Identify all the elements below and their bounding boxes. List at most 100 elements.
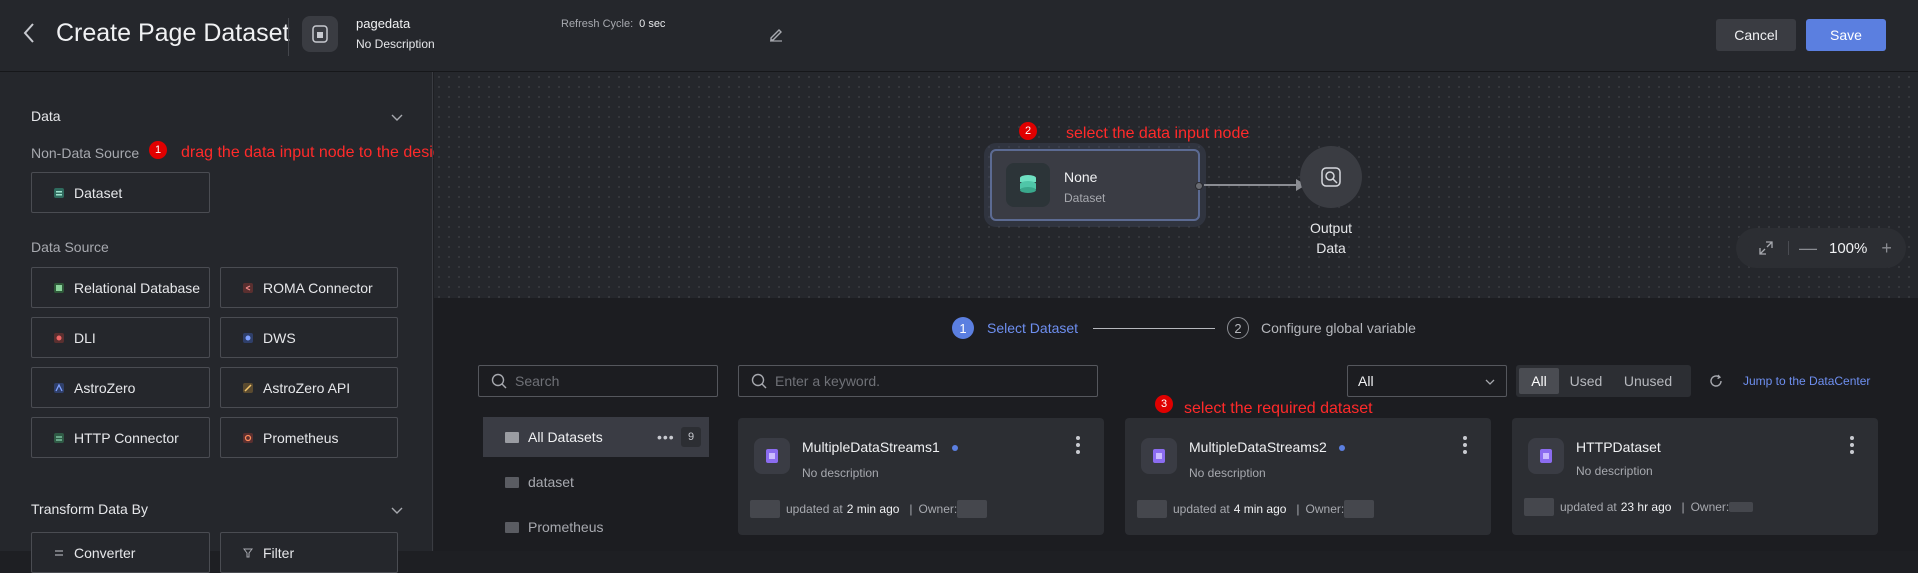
meta-separator: | — [1681, 500, 1685, 514]
step-connector — [1093, 328, 1215, 329]
redacted-user — [1137, 500, 1167, 518]
step-number: 2 — [1227, 317, 1249, 339]
source-dli[interactable]: DLI — [31, 317, 210, 358]
dataset-card-icon — [1528, 438, 1564, 474]
source-http-connector[interactable]: HTTP Connector — [31, 417, 210, 458]
tree-item-label: All Datasets — [528, 429, 603, 445]
dataset-card-icon — [1141, 438, 1177, 474]
chevron-left-icon — [23, 23, 34, 43]
dataset-card-desc: No description — [1189, 466, 1266, 480]
chevron-down-icon[interactable] — [390, 110, 404, 124]
dataset-description: No Description — [356, 37, 435, 51]
back-button[interactable] — [22, 22, 36, 48]
select-value: All — [1358, 373, 1374, 389]
transform-filter[interactable]: Filter — [220, 532, 398, 573]
jump-to-datacenter-link[interactable]: Jump to the DataCenter — [1743, 374, 1870, 388]
dataset-card-name: MultipleDataStreams2 — [1189, 439, 1345, 455]
source-label: ROMA Connector — [263, 279, 373, 296]
dataset-card[interactable]: MultipleDataStreams1 No description upda… — [738, 418, 1104, 535]
dataset-node-icon — [52, 186, 66, 200]
dataset-node-button[interactable]: Dataset — [31, 172, 210, 213]
database-icon — [52, 281, 66, 295]
more-icon[interactable]: ••• — [657, 429, 675, 445]
annotation-text-2: select the data input node — [1066, 125, 1250, 142]
save-button[interactable]: Save — [1806, 19, 1886, 51]
dataset-card-meta: updated at 23 hr ago | Owner: — [1524, 498, 1754, 516]
annotation-badge-1: 1 — [149, 141, 167, 159]
data-source-label: Data Source — [31, 239, 109, 255]
card-name-text: MultipleDataStreams2 — [1189, 439, 1327, 455]
source-astrozero[interactable]: AstroZero — [31, 367, 210, 408]
tree-item-dataset[interactable]: dataset — [483, 462, 709, 502]
prometheus-icon — [241, 431, 255, 445]
search-icon — [751, 373, 767, 389]
dataset-icon — [302, 16, 338, 52]
status-dot — [951, 445, 958, 452]
segment-used[interactable]: Used — [1559, 368, 1613, 394]
card-name-text: MultipleDataStreams1 — [802, 439, 940, 455]
dataset-node-label: Dataset — [74, 184, 123, 201]
cancel-button[interactable]: Cancel — [1716, 19, 1796, 51]
dataset-name: pagedata — [356, 16, 411, 31]
zoom-control: — 100% + — [1736, 228, 1906, 268]
dataset-card[interactable]: MultipleDataStreams2 No description upda… — [1125, 418, 1491, 535]
redacted-owner — [957, 500, 988, 518]
wizard-step-2[interactable]: 2 Configure global variable — [1227, 317, 1416, 339]
zoom-level: 100% — [1829, 239, 1868, 257]
tree-item-prometheus[interactable]: Prometheus — [483, 507, 709, 547]
dataset-input-node[interactable]: None Dataset — [990, 149, 1203, 221]
updated-time: 4 min ago — [1233, 502, 1287, 516]
zoom-out-button[interactable]: — — [1799, 238, 1817, 259]
status-dot — [1338, 445, 1345, 452]
source-label: AstroZero API — [263, 379, 351, 396]
owner-label: Owner: — [1305, 502, 1345, 516]
updated-time: 23 hr ago — [1620, 500, 1672, 514]
http-icon — [52, 431, 66, 445]
source-label: Prometheus — [263, 429, 339, 446]
step-label: Select Dataset — [987, 320, 1079, 336]
section-transform-title: Transform Data By — [31, 501, 148, 517]
segment-all[interactable]: All — [1519, 368, 1559, 394]
output-data-label: Output Data — [1309, 220, 1353, 256]
output-icon — [1321, 167, 1341, 187]
transform-converter[interactable]: Converter — [31, 532, 210, 573]
source-prometheus[interactable]: Prometheus — [220, 417, 398, 458]
edit-icon[interactable] — [768, 26, 784, 42]
more-vertical-icon[interactable] — [1850, 436, 1854, 454]
wizard-step-1[interactable]: 1 Select Dataset — [952, 317, 1078, 339]
filter-icon — [241, 546, 255, 560]
transform-label: Filter — [263, 544, 295, 561]
card-name-text: HTTPDataset — [1576, 439, 1661, 455]
source-label: AstroZero — [74, 379, 136, 396]
source-astrozero-api[interactable]: AstroZero API — [220, 367, 398, 408]
zoom-in-button[interactable]: + — [1881, 238, 1892, 259]
filter-select[interactable]: All — [1347, 365, 1507, 397]
keyword-search-input[interactable]: Enter a keyword. — [738, 365, 1098, 397]
updated-time: 2 min ago — [846, 502, 900, 516]
fullscreen-icon[interactable] — [1758, 240, 1774, 256]
source-label: HTTP Connector — [74, 429, 179, 446]
folder-search-input[interactable]: Search — [478, 365, 718, 397]
dataset-card-name: MultipleDataStreams1 — [802, 439, 958, 455]
output-data-node[interactable] — [1300, 146, 1362, 208]
annotation-badge-3: 3 — [1155, 395, 1173, 413]
refresh-icon[interactable] — [1709, 374, 1723, 388]
more-vertical-icon[interactable] — [1076, 436, 1080, 454]
dataset-card[interactable]: HTTPDataset No description updated at 23… — [1512, 418, 1878, 535]
tree-item-all-datasets[interactable]: All Datasets ••• 9 — [483, 417, 709, 457]
segment-unused[interactable]: Unused — [1613, 368, 1683, 394]
dli-icon — [52, 331, 66, 345]
dataset-card-meta: updated at 2 min ago | Owner: — [750, 500, 988, 518]
chevron-down-icon[interactable] — [390, 503, 404, 517]
more-vertical-icon[interactable] — [1463, 436, 1467, 454]
source-relational-database[interactable]: Relational Database — [31, 267, 210, 308]
tree-item-label: dataset — [528, 474, 574, 490]
transform-label: Converter — [74, 544, 136, 561]
owner-label: Owner: — [1690, 500, 1730, 514]
source-label: Relational Database — [74, 279, 201, 296]
tree-item-label: Prometheus — [528, 519, 604, 535]
source-dws[interactable]: DWS — [220, 317, 398, 358]
dataset-count: 9 — [681, 427, 701, 447]
node-output-port[interactable] — [1195, 182, 1203, 190]
source-roma-connector[interactable]: ROMA Connector — [220, 267, 398, 308]
